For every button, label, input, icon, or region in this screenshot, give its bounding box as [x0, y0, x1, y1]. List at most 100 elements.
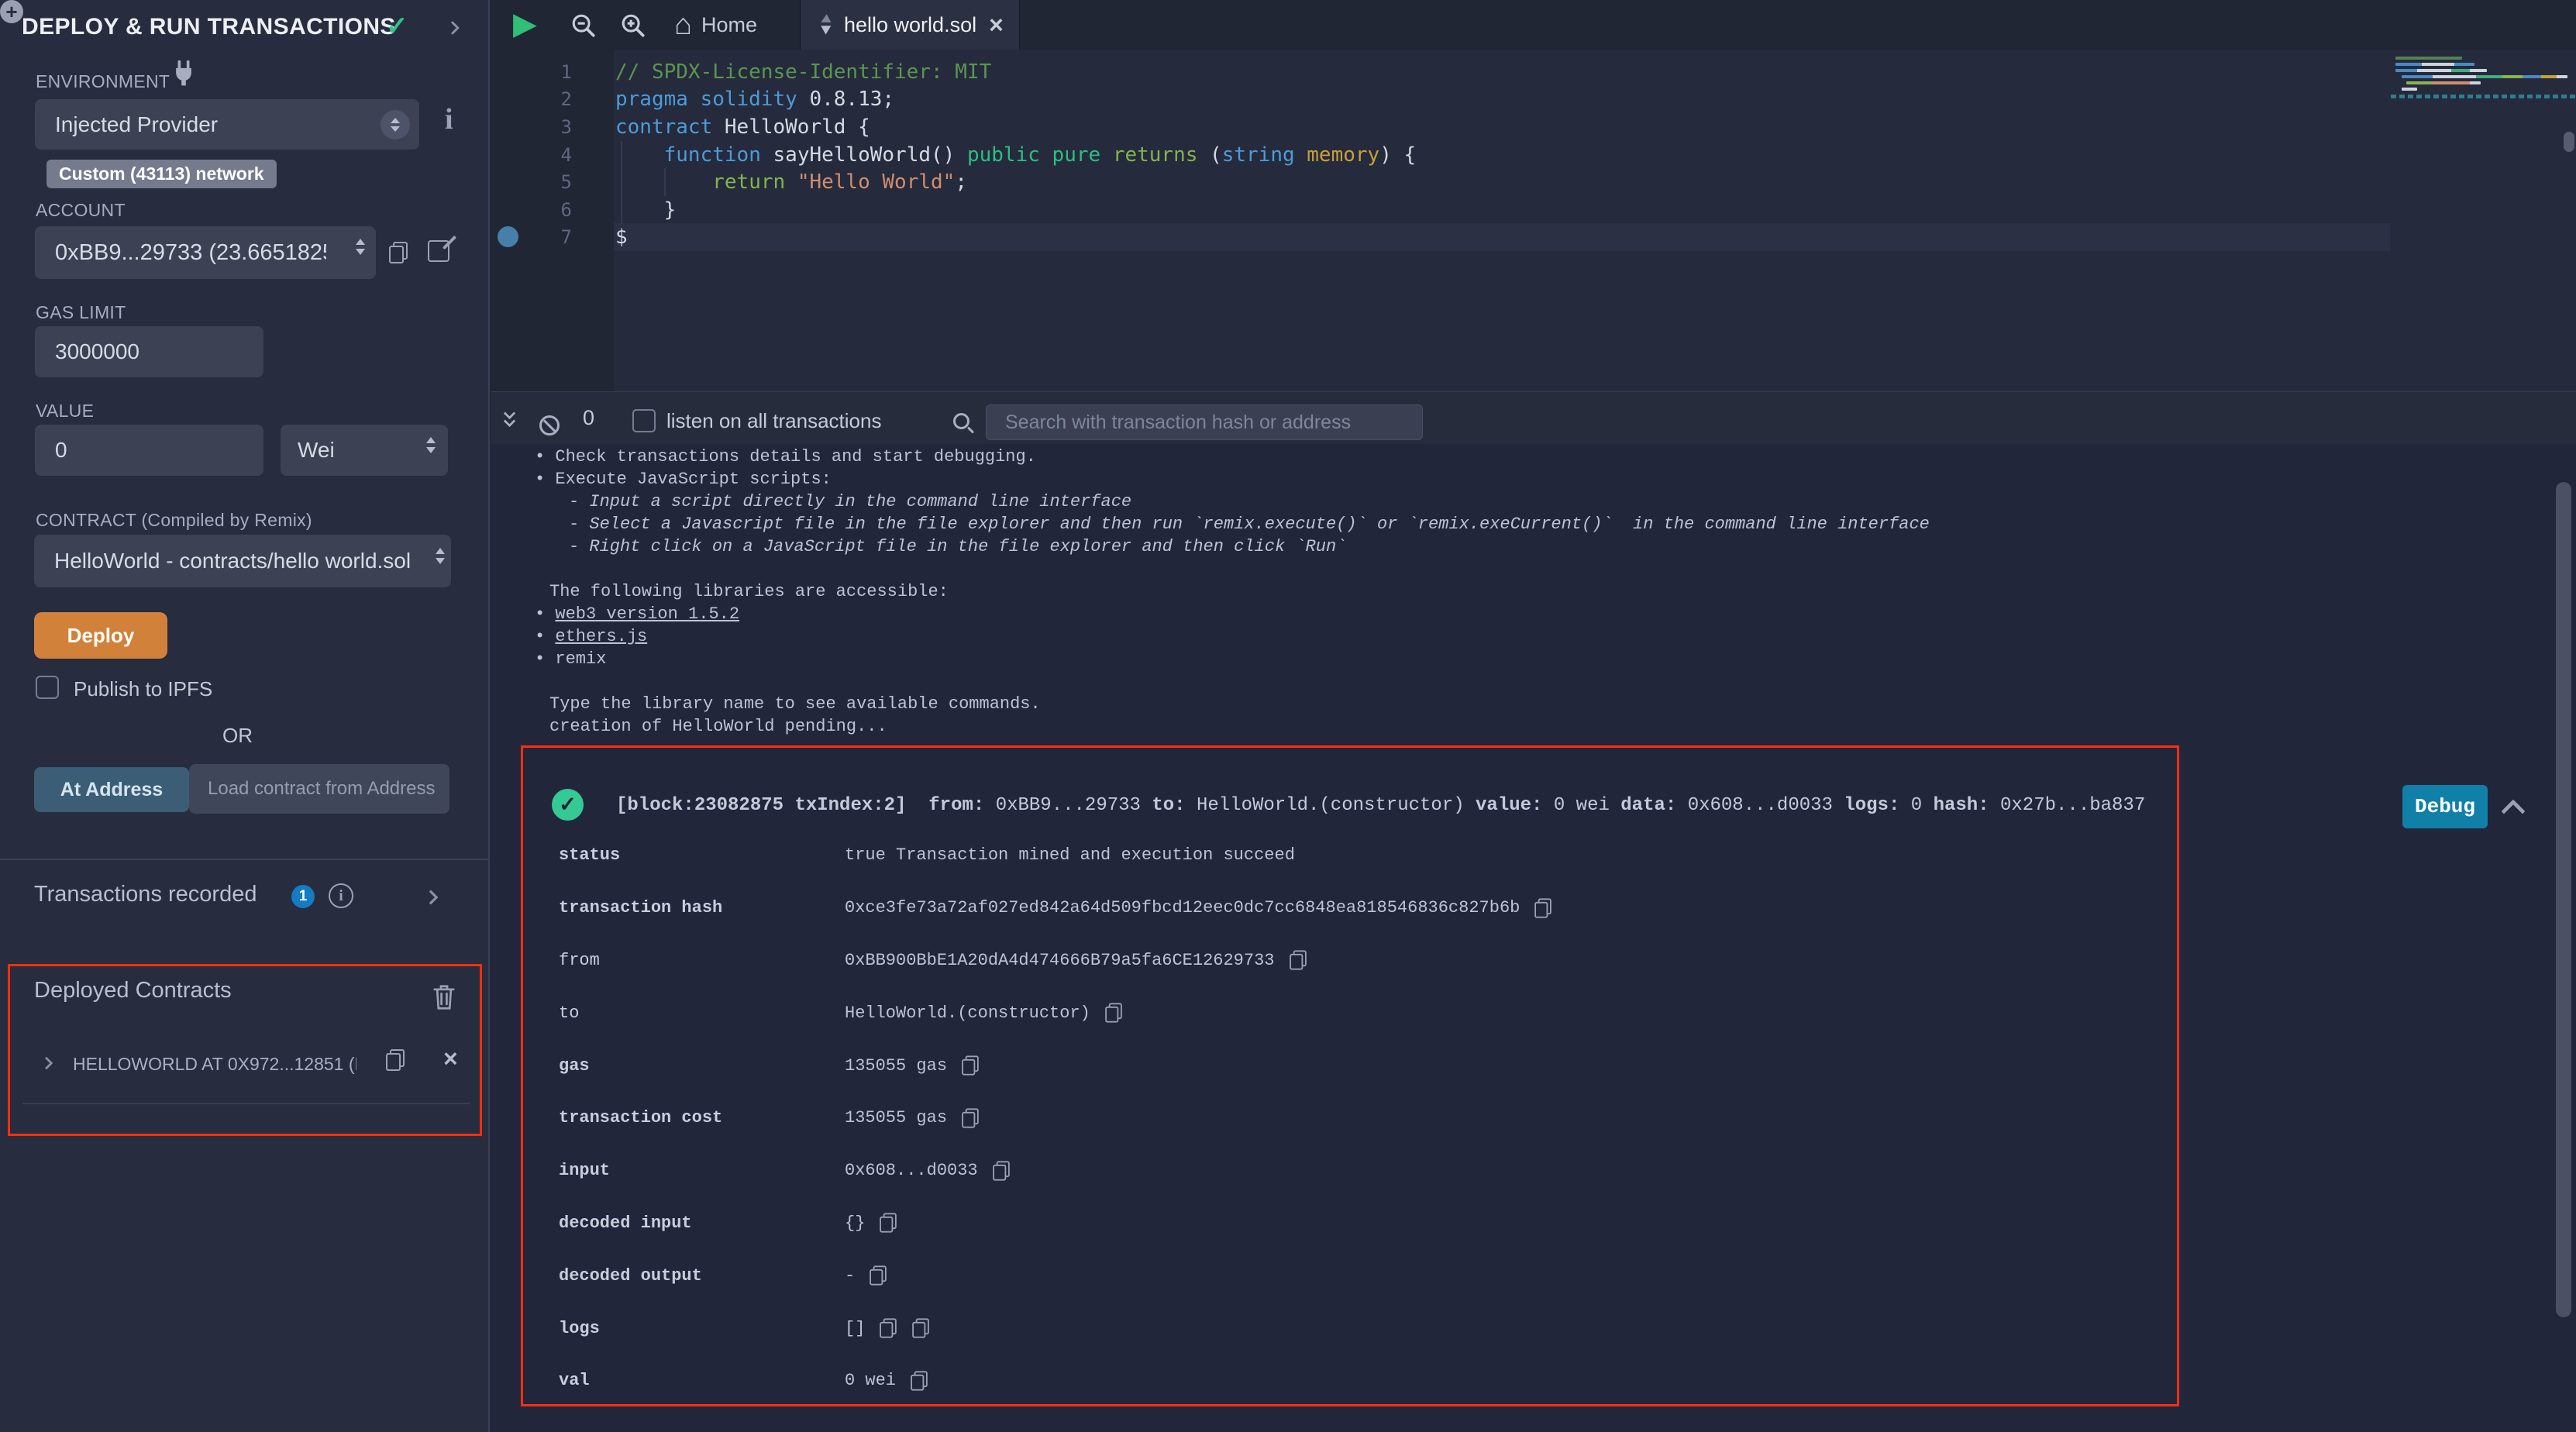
- transactions-info-icon[interactable]: i: [329, 883, 353, 908]
- tx-row: toHelloWorld.(constructor): [559, 986, 2109, 1039]
- publish-ipfs-checkbox[interactable]: [36, 676, 59, 699]
- at-address-button[interactable]: At Address: [34, 767, 189, 812]
- or-label: OR: [222, 724, 253, 748]
- minimap-scroll-handle[interactable]: [2564, 132, 2574, 152]
- code-line[interactable]: 4 function sayHelloWorld() public pure r…: [491, 141, 2390, 169]
- terminal-log: • Check transactions details and start d…: [535, 446, 1930, 738]
- tx-summary[interactable]: [block:23082875 txIndex:2] from: 0xBB9..…: [616, 795, 2145, 816]
- tx-status-icon: ✓: [552, 789, 584, 821]
- listen-checkbox[interactable]: [632, 409, 656, 432]
- copy-icon[interactable]: [911, 1371, 928, 1390]
- contract-select[interactable]: HelloWorld - contracts/hello world.sol: [34, 535, 451, 587]
- at-address-input[interactable]: [189, 764, 449, 814]
- line-number[interactable]: 6: [491, 199, 572, 221]
- copy-icon[interactable]: [1535, 898, 1552, 917]
- account-add-icon[interactable]: +: [0, 0, 23, 23]
- transactions-recorded-label: Transactions recorded: [34, 882, 257, 907]
- chevron-updown-icon: [426, 437, 436, 453]
- copy-icon[interactable]: [1290, 951, 1307, 970]
- copy-icon[interactable]: [993, 1161, 1010, 1180]
- tx-table: statustrue Transaction mined and executi…: [559, 829, 2109, 1407]
- tx-row-value: 135055 gas: [845, 1056, 947, 1076]
- deployed-contract-copy-icon[interactable]: [386, 1049, 405, 1071]
- line-number[interactable]: 2: [491, 88, 572, 110]
- account-label: ACCOUNT: [36, 200, 126, 221]
- deploy-button[interactable]: Deploy: [34, 612, 167, 659]
- pending-count: 0: [583, 406, 594, 430]
- code-line[interactable]: 2pragma solidity 0.8.13;: [491, 86, 2390, 114]
- terminal-line: creation of HelloWorld pending...: [535, 715, 1930, 738]
- line-number[interactable]: 4: [491, 144, 572, 166]
- indent-guide: [664, 168, 666, 196]
- code-text: function sayHelloWorld() public pure ret…: [615, 143, 1416, 167]
- line-number[interactable]: 5: [491, 171, 572, 193]
- code-line[interactable]: 1// SPDX-License-Identifier: MIT: [491, 58, 2390, 86]
- line-number[interactable]: 1: [491, 61, 572, 83]
- tx-row-value: HelloWorld.(constructor): [845, 1003, 1090, 1023]
- panel-collapse-icon[interactable]: [446, 21, 460, 35]
- terminal-line: • Execute JavaScript scripts:: [535, 468, 1930, 491]
- terminal-collapse-icon[interactable]: [505, 409, 521, 429]
- environment-label: ENVIRONMENT: [36, 71, 170, 92]
- copy-icon[interactable]: [870, 1266, 887, 1286]
- value-unit-select[interactable]: Wei: [281, 425, 448, 476]
- zoom-out-icon[interactable]: [570, 12, 597, 39]
- deployed-contract-close-icon[interactable]: ×: [443, 1045, 458, 1073]
- indent-guide: [621, 141, 622, 224]
- terminal-scrollbar[interactable]: [2556, 482, 2571, 1317]
- copy-icon[interactable]: [962, 1108, 979, 1127]
- environment-info-icon[interactable]: i: [445, 102, 453, 136]
- tx-row-value: 0 wei: [845, 1371, 896, 1390]
- plug-icon: [170, 60, 197, 90]
- tx-row-label: gas: [559, 1056, 845, 1076]
- zoom-in-icon[interactable]: [620, 12, 646, 39]
- code-text: contract HelloWorld {: [615, 115, 870, 139]
- deployed-contract-label[interactable]: HELLOWORLD AT 0X972...12851 (B: [73, 1054, 356, 1075]
- code-line[interactable]: 3 contract HelloWorld {: [491, 113, 2390, 141]
- copy-icon[interactable]: [880, 1213, 897, 1233]
- tab-home[interactable]: ⌂ Home: [663, 0, 768, 50]
- copy-icon[interactable]: [880, 1318, 897, 1337]
- code-line[interactable]: 5 return "Hello World";: [491, 168, 2390, 196]
- code-lines[interactable]: 1// SPDX-License-Identifier: MIT2pragma …: [491, 58, 2390, 251]
- terminal-line: Type the library name to see available c…: [535, 693, 1930, 715]
- transactions-expand-icon[interactable]: [423, 890, 438, 904]
- chevron-updown-icon: [381, 110, 410, 139]
- terminal-search-input[interactable]: [986, 404, 1423, 440]
- gas-limit-input[interactable]: [35, 326, 263, 377]
- run-icon[interactable]: ▶: [513, 6, 537, 42]
- account-copy-icon[interactable]: [389, 242, 408, 263]
- copy-icon[interactable]: [1105, 1003, 1122, 1023]
- debug-button[interactable]: Debug: [2402, 785, 2488, 828]
- terminal-link[interactable]: ethers.js: [555, 627, 647, 646]
- tab-home-label: Home: [701, 13, 757, 37]
- copy-icon[interactable]: [962, 1055, 979, 1075]
- code-line[interactable]: 6 }: [491, 196, 2390, 224]
- tab-close-icon[interactable]: ×: [989, 11, 1004, 40]
- chevron-updown-icon: [356, 239, 365, 255]
- tx-row: decoded output-: [559, 1249, 2109, 1302]
- panel-title: DEPLOY & RUN TRANSACTIONS: [22, 14, 396, 40]
- divider: [22, 1103, 470, 1104]
- environment-select[interactable]: Injected Provider: [35, 99, 419, 150]
- tx-row-label: decoded output: [559, 1266, 845, 1286]
- tx-row-value: []: [845, 1319, 865, 1338]
- code-line[interactable]: 7$: [491, 224, 2390, 252]
- terminal-link[interactable]: web3 version 1.5.2: [555, 604, 739, 624]
- value-input[interactable]: [35, 425, 263, 476]
- tx-row-label: transaction hash: [559, 898, 845, 917]
- clear-icon[interactable]: [539, 415, 560, 435]
- terminal-line: [535, 558, 1930, 580]
- account-select[interactable]: 0xBB9...29733 (23.6651825: [35, 226, 376, 279]
- home-icon: ⌂: [674, 10, 692, 40]
- minimap[interactable]: [2391, 50, 2576, 391]
- tab-file[interactable]: hello world.sol ×: [800, 0, 1020, 50]
- line-number[interactable]: 3: [491, 116, 572, 138]
- line-number[interactable]: 7: [491, 226, 572, 248]
- trash-icon[interactable]: [432, 984, 456, 1010]
- tab-file-label: hello world.sol: [844, 13, 976, 37]
- tx-row: val0 wei: [559, 1355, 2109, 1407]
- copy-icon[interactable]: [913, 1318, 930, 1337]
- account-edit-icon[interactable]: [428, 240, 449, 262]
- editor: ▶ ⌂ Home hello world.sol: [491, 0, 2576, 391]
